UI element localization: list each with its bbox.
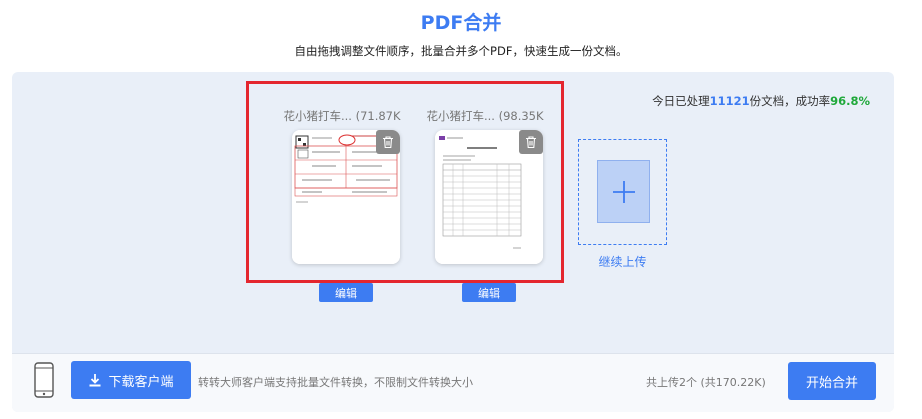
file-size: (71.87K xyxy=(355,109,401,123)
file-card[interactable]: 花小猪打车... (71.87K xyxy=(278,108,406,264)
trash-icon xyxy=(526,136,536,149)
upload-tile xyxy=(597,160,650,223)
plus-icon xyxy=(612,180,635,203)
file-card[interactable]: 花小猪打车... (98.35K xyxy=(421,108,549,264)
merge-panel: 今日已处理11121份文档，成功率96.8% 花小猪打车... (71.87K xyxy=(12,72,894,412)
client-info-text: 转转大师客户端支持批量文件转换，不限制文件转换大小 xyxy=(198,376,473,389)
stats-prefix: 今日已处理 xyxy=(652,94,710,108)
stats-middle: 份文档，成功率 xyxy=(749,94,831,108)
continue-upload-button[interactable] xyxy=(578,139,667,245)
start-merge-button[interactable]: 开始合并 xyxy=(788,362,876,400)
file-size: (98.35K xyxy=(498,109,544,123)
phone-icon xyxy=(34,362,54,398)
continue-upload-label[interactable]: 继续上传 xyxy=(578,253,667,270)
download-icon xyxy=(89,373,101,386)
file-thumbnail[interactable] xyxy=(435,130,543,264)
file-name: 花小猪打车... xyxy=(283,109,352,123)
delete-file-button[interactable] xyxy=(519,130,543,154)
file-name: 花小猪打车... xyxy=(426,109,495,123)
trash-icon xyxy=(383,136,393,149)
file-name-line: 花小猪打车... (71.87K xyxy=(278,108,406,124)
page-title: PDF合并 xyxy=(420,12,502,34)
stats-count: 11121 xyxy=(709,94,750,108)
pdf-merge-page: PDF合并 自由拖拽调整文件顺序，批量合并多个PDF，快速生成一份文档。 今日已… xyxy=(0,0,922,419)
stats-rate: 96.8% xyxy=(830,94,870,108)
file-name-line: 花小猪打车... (98.35K xyxy=(421,108,549,124)
stats-text: 今日已处理11121份文档，成功率96.8% xyxy=(652,93,870,109)
upload-total-text: 共上传2个 (共170.22K) xyxy=(646,376,766,389)
edit-file-button[interactable]: 编辑 xyxy=(319,283,373,302)
file-thumbnail[interactable] xyxy=(292,130,400,264)
download-client-button[interactable]: 下载客户端 xyxy=(71,361,191,399)
delete-file-button[interactable] xyxy=(376,130,400,154)
download-client-label: 下载客户端 xyxy=(108,374,174,390)
page-subtitle: 自由拖拽调整文件顺序，批量合并多个PDF，快速生成一份文档。 xyxy=(294,44,628,58)
edit-file-button[interactable]: 编辑 xyxy=(462,283,516,302)
